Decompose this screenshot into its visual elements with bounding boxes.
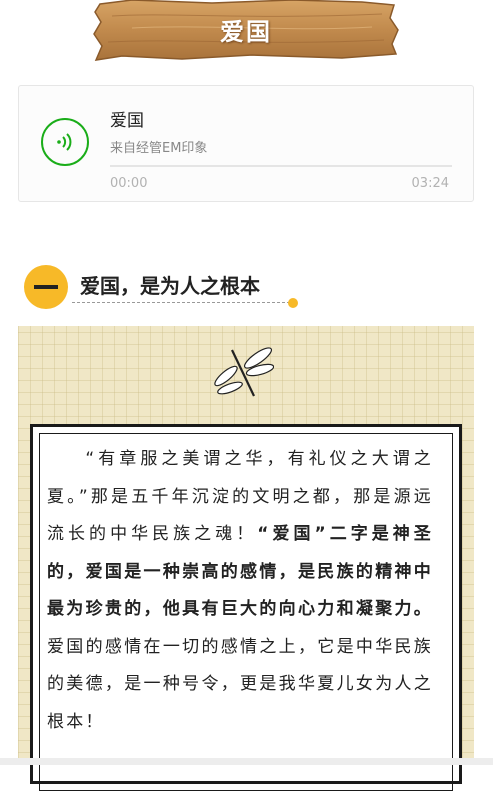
current-time: 00:00	[110, 176, 148, 191]
play-button[interactable]	[41, 118, 89, 166]
audio-player-card[interactable]: 爱国 来自经管EM印象 00:00 03:24	[18, 85, 474, 202]
article-paragraph: “有章服之美谓之华，有礼仪之大谓之夏。”那是五千年沉淀的文明之都，那是源远流长的…	[47, 441, 433, 741]
section-badge	[24, 265, 68, 309]
article-panel: “有章服之美谓之华，有礼仪之大谓之夏。”那是五千年沉淀的文明之都，那是源远流长的…	[18, 326, 474, 791]
section-title: 爱国，是为人之根本	[80, 274, 260, 298]
audio-title: 爱国	[110, 111, 144, 131]
section-dot	[288, 298, 298, 308]
audio-source: 来自经管EM印象	[110, 141, 208, 156]
dragonfly-icon	[214, 347, 274, 397]
section-underline	[72, 302, 290, 303]
duration-time: 03:24	[411, 176, 449, 191]
audio-play-icon	[57, 133, 72, 151]
bottom-scroll-bar	[0, 758, 493, 765]
paragraph-text-end: 爱国的感情在一切的感情之上，它是中华民族的美德，是一种号令，更是我华夏儿女为人之…	[47, 636, 433, 732]
title-banner: 爱国	[92, 0, 400, 62]
banner-title: 爱国	[220, 18, 272, 46]
dash-icon	[34, 285, 58, 289]
text-frame: “有章服之美谓之华，有礼仪之大谓之夏。”那是五千年沉淀的文明之都，那是源远流长的…	[30, 424, 462, 791]
audio-progress-bar[interactable]	[110, 165, 452, 167]
